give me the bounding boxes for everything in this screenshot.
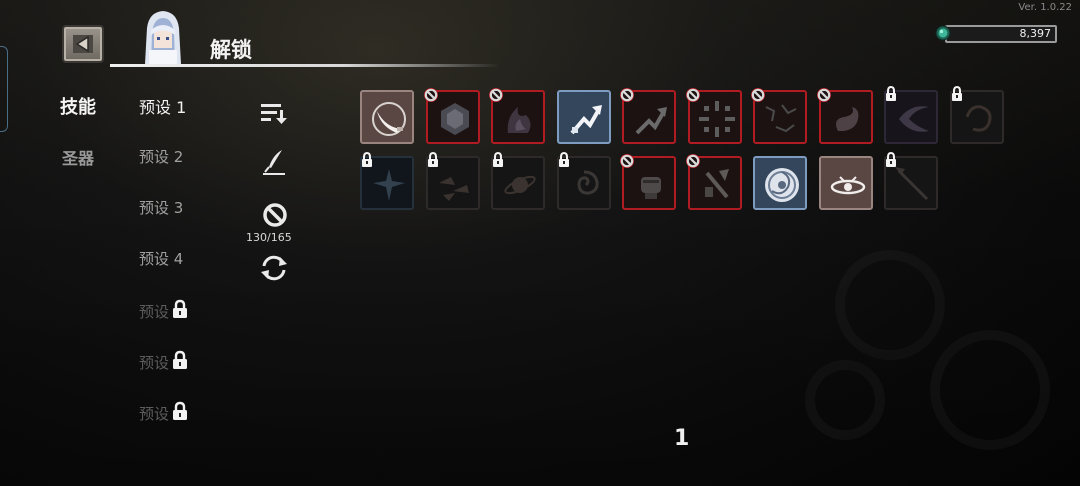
ban-badge-icon <box>686 154 700 168</box>
currency-value: 8,397 <box>1019 27 1052 40</box>
tab-skills[interactable]: 技能 <box>60 93 96 119</box>
shards-icon <box>439 177 469 201</box>
ban-badge-icon <box>817 88 831 102</box>
spear-icon <box>895 167 929 201</box>
lock-icon <box>493 152 503 167</box>
skill-slot[interactable] <box>950 86 1004 144</box>
skill-slot[interactable] <box>753 156 807 210</box>
skill-slot[interactable] <box>819 156 873 210</box>
portal-icon <box>765 168 799 202</box>
ban-badge-icon <box>751 88 765 102</box>
starburst-icon <box>373 169 405 201</box>
version-label: Ver. 1.0.22 <box>1018 2 1072 13</box>
skill-slot[interactable] <box>620 154 676 210</box>
preset-label: 预设 <box>139 354 170 372</box>
side-panel-edge <box>0 46 8 132</box>
ban-badge-icon <box>620 154 634 168</box>
lock-icon <box>362 152 372 167</box>
preset-locked-5[interactable]: 预设 <box>139 299 190 322</box>
skill-slot[interactable] <box>424 88 480 144</box>
lock-icon <box>173 401 188 420</box>
currency-display: 8,397 <box>935 24 1058 43</box>
page-title: 解锁 <box>210 38 252 62</box>
lock-icon <box>886 86 896 101</box>
skill-slot[interactable] <box>620 88 676 144</box>
preset-label: 预设 <box>139 303 170 321</box>
planet-icon <box>504 175 536 195</box>
ban-badge-icon <box>620 88 634 102</box>
skill-slot[interactable] <box>360 90 414 144</box>
lock-icon <box>428 152 438 167</box>
character-portrait <box>145 11 181 64</box>
skill-slot[interactable] <box>360 152 414 210</box>
skill-slot[interactable] <box>426 152 480 210</box>
lock-icon <box>173 350 188 369</box>
preset-locked-7[interactable]: 预设 <box>139 401 190 424</box>
preset-1[interactable]: 预设 1 <box>139 94 186 118</box>
preset-2[interactable]: 预设 2 <box>139 146 183 167</box>
skill-slot[interactable] <box>817 88 873 144</box>
ban-badge-icon <box>489 88 503 102</box>
preset-label: 预设 <box>139 405 170 423</box>
back-button[interactable] <box>62 25 104 63</box>
skill-slot[interactable] <box>884 86 938 144</box>
background-ornament <box>805 360 885 440</box>
feather-pen-icon[interactable] <box>260 148 288 176</box>
background-ornament <box>835 250 945 360</box>
currency-bar: 8,397 <box>945 25 1057 43</box>
background-ornament <box>930 330 1050 450</box>
skill-slot[interactable] <box>557 152 611 210</box>
sword-slash-icon <box>372 102 406 136</box>
claw-icon <box>899 106 929 132</box>
refresh-icon[interactable] <box>259 254 289 282</box>
skill-slot[interactable] <box>884 152 938 210</box>
lock-icon <box>886 152 896 167</box>
lock-icon <box>559 152 569 167</box>
preset-4[interactable]: 预设 4 <box>139 248 183 269</box>
skill-slot[interactable] <box>491 152 545 210</box>
ban-count: 130/165 <box>246 231 292 244</box>
skill-slot[interactable] <box>686 154 742 210</box>
spiral-icon <box>577 170 599 195</box>
skill-slot[interactable] <box>751 88 807 144</box>
ban-badge-icon <box>686 88 700 102</box>
lock-icon <box>173 299 188 318</box>
skill-slot[interactable] <box>489 88 545 144</box>
tab-relics[interactable]: 圣器 <box>62 145 94 169</box>
orbit-icon <box>830 176 866 195</box>
title-underline <box>110 64 500 67</box>
gem-icon <box>935 25 951 41</box>
lock-icon <box>952 86 962 101</box>
left-arrow-icon <box>73 35 93 53</box>
ban-badge-icon <box>424 88 438 102</box>
preset-locked-6[interactable]: 预设 <box>139 350 190 373</box>
sort-icon[interactable] <box>260 101 288 125</box>
vortex-icon <box>965 105 992 132</box>
ban-icon[interactable] <box>262 202 288 228</box>
skill-slot[interactable] <box>557 90 611 144</box>
skill-slot[interactable] <box>686 88 742 144</box>
page-number: 1 <box>674 426 690 451</box>
preset-3[interactable]: 预设 3 <box>139 197 183 218</box>
rising-arrow-icon <box>570 105 602 135</box>
